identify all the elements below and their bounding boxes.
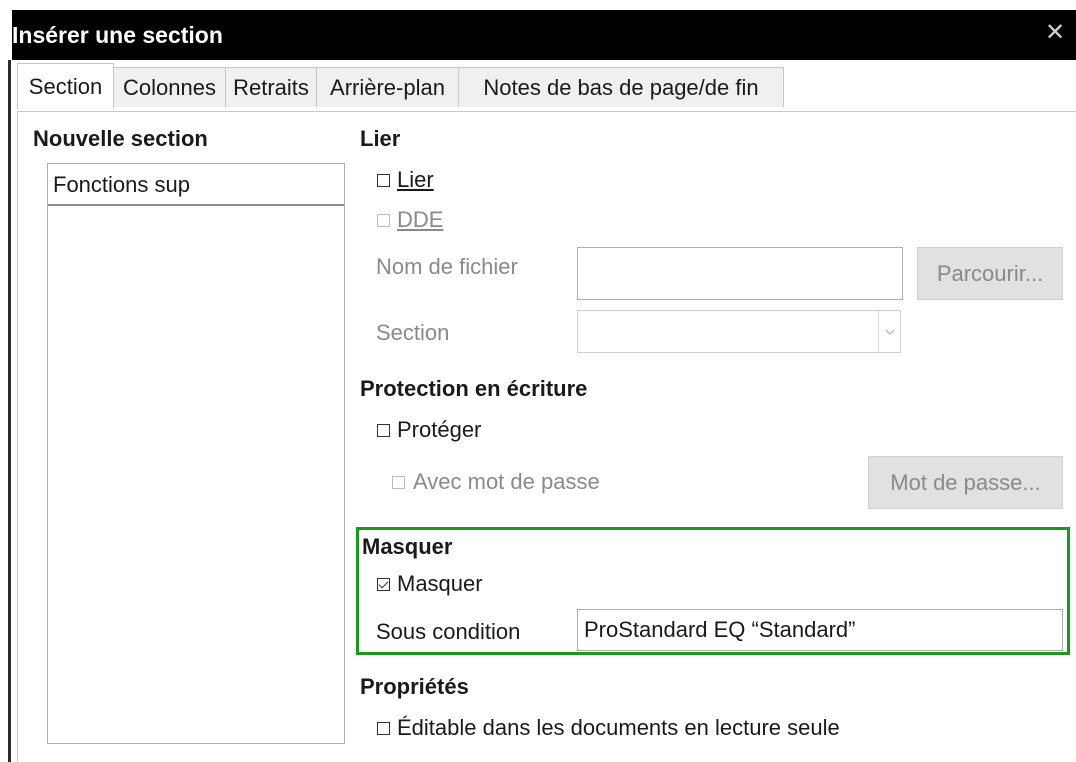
dde-checkbox-label[interactable]: DDE — [397, 207, 443, 233]
protect-checkbox-label[interactable]: Protéger — [397, 417, 481, 443]
write-protection-heading: Protection en écriture — [360, 376, 588, 401]
tab-indents[interactable]: Retraits — [225, 67, 317, 107]
editable-checkbox-label[interactable]: Éditable dans les documents en lecture s… — [397, 715, 840, 741]
tab-section[interactable]: Section — [17, 63, 114, 109]
new-section-heading: Nouvelle section — [33, 126, 208, 151]
chevron-down-svg — [885, 329, 894, 335]
tab-footnotes-endnotes[interactable]: Notes de bas de page/de fin — [458, 67, 784, 107]
close-icon[interactable]: ✕ — [1040, 18, 1070, 48]
title-bar[interactable]: Insérer une section ✕ — [12, 10, 1076, 60]
password-button[interactable]: Mot de passe... — [868, 456, 1063, 509]
tab-columns[interactable]: Colonnes — [113, 67, 226, 107]
section-name-input[interactable]: Fonctions sup — [48, 164, 344, 206]
tab-background[interactable]: Arrière-plan — [316, 67, 459, 107]
condition-field[interactable]: ProStandard EQ “Standard” — [577, 609, 1063, 651]
link-checkbox-text: Lier — [397, 167, 434, 192]
link-heading: Lier — [360, 126, 401, 151]
protect-checkbox[interactable] — [377, 424, 390, 437]
browse-button[interactable]: Parcourir... — [917, 247, 1063, 300]
password-checkbox-label[interactable]: Avec mot de passe — [413, 469, 600, 495]
password-checkbox[interactable] — [392, 476, 405, 489]
section-combobox[interactable] — [577, 310, 901, 353]
properties-heading: Propriétés — [360, 674, 469, 699]
link-checkbox[interactable] — [377, 174, 390, 187]
section-list[interactable]: Fonctions sup — [47, 163, 345, 744]
dialog-title: Insérer une section — [12, 22, 223, 48]
filename-field[interactable] — [577, 247, 903, 300]
hide-checkbox-label[interactable]: Masquer — [397, 571, 483, 597]
dde-checkbox[interactable] — [377, 214, 390, 227]
hide-checkbox[interactable] — [377, 578, 390, 591]
filename-label: Nom de fichier — [376, 254, 518, 279]
editable-checkbox[interactable] — [377, 722, 390, 735]
window-left-border — [8, 60, 11, 762]
hide-heading: Masquer — [362, 534, 453, 559]
link-checkbox-label[interactable]: Lier — [397, 167, 434, 193]
insert-section-dialog: Insérer une section ✕ Section Colonnes R… — [0, 0, 1076, 762]
chevron-down-icon[interactable] — [878, 311, 900, 352]
section-label: Section — [376, 320, 450, 345]
dde-checkbox-text: DDE — [397, 207, 444, 232]
condition-label: Sous condition — [376, 619, 521, 644]
